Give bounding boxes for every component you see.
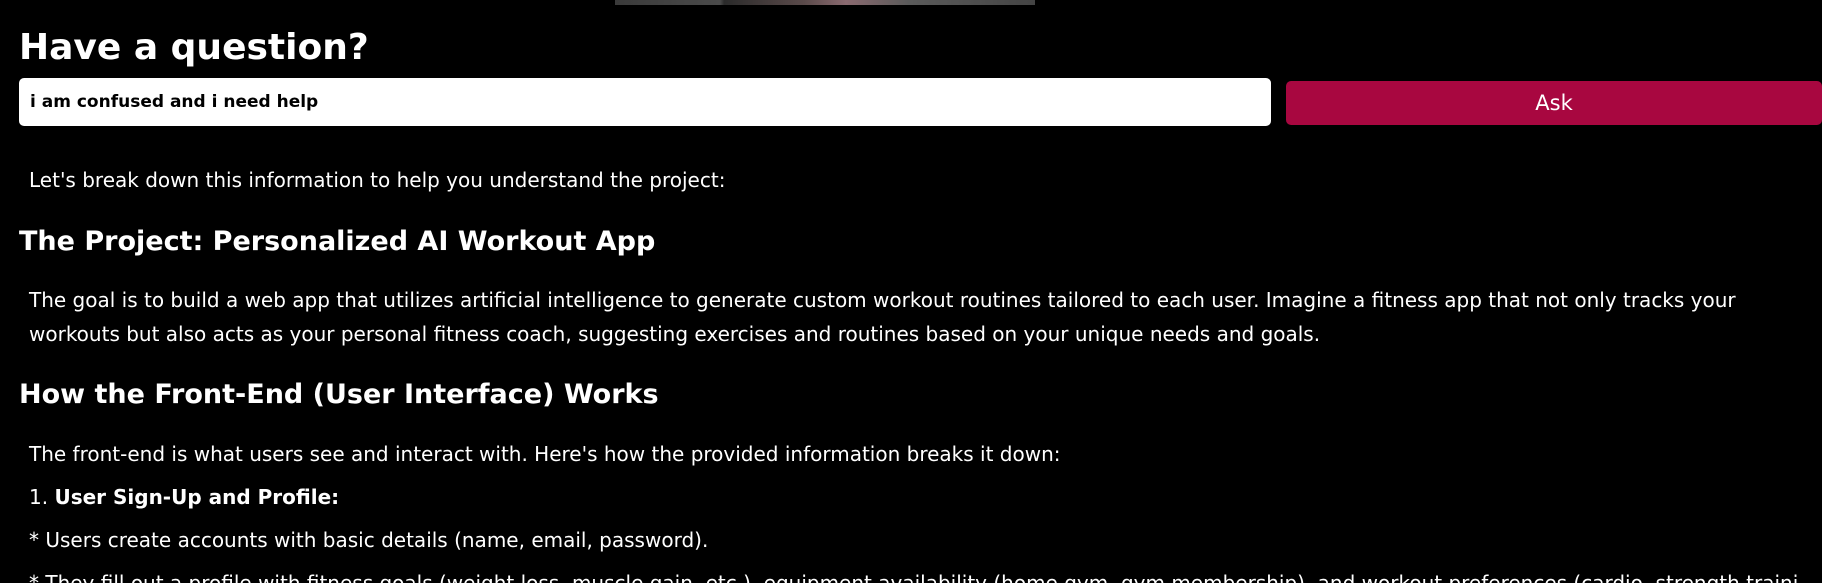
list-item-title: User Sign-Up and Profile: <box>54 485 340 509</box>
question-heading: Have a question? <box>19 27 369 68</box>
list-item-number: 1. <box>29 485 49 509</box>
section-title-frontend: How the Front-End (User Interface) Works <box>19 379 659 410</box>
bullet-item: * They fill out a profile with fitness g… <box>29 571 1799 583</box>
list-item-signup: 1. User Sign-Up and Profile: <box>29 480 1799 514</box>
section-body-frontend: The front-end is what users see and inte… <box>29 442 1061 466</box>
page: Have a question? Ask Let's break down th… <box>0 0 1822 583</box>
section-title-project: The Project: Personalized AI Workout App <box>19 226 656 257</box>
header-image <box>615 0 1035 5</box>
section-body-project: The goal is to build a web app that util… <box>29 288 1736 346</box>
bullet-item: * Users create accounts with basic detai… <box>29 528 709 552</box>
question-input[interactable] <box>19 78 1271 126</box>
answer-intro: Let's break down this information to hel… <box>29 168 726 192</box>
ask-button[interactable]: Ask <box>1286 81 1822 125</box>
